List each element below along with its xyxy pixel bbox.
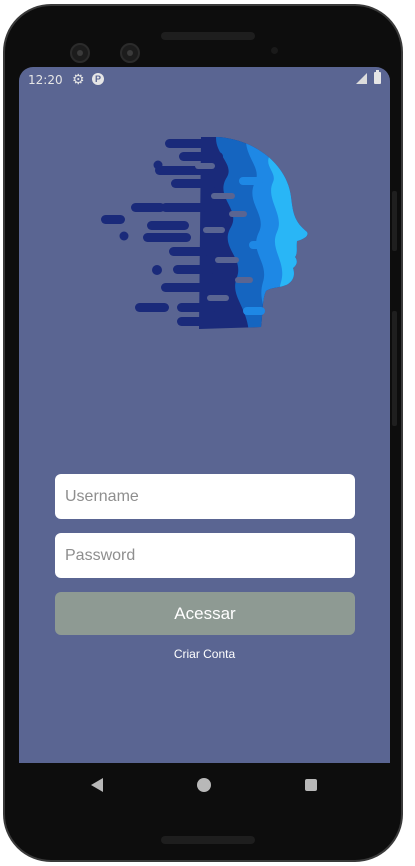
app-screen: 12:20 ⚙ P Username Acessar Criar Conta bbox=[19, 67, 390, 763]
create-account-label: Criar Conta bbox=[173, 647, 236, 661]
battery-icon bbox=[374, 70, 381, 84]
volume-button bbox=[392, 311, 397, 426]
top-speaker bbox=[161, 32, 255, 40]
status-bar: 12:20 ⚙ P bbox=[19, 67, 390, 91]
home-icon[interactable] bbox=[197, 778, 211, 792]
username-input[interactable] bbox=[55, 474, 355, 519]
status-time: 12:20 bbox=[28, 73, 63, 87]
back-icon[interactable] bbox=[91, 778, 103, 792]
bottom-speaker bbox=[161, 836, 255, 844]
front-camera-icon bbox=[70, 43, 90, 63]
access-button-label: Acessar bbox=[174, 603, 236, 623]
signal-icon bbox=[356, 73, 367, 84]
power-button bbox=[392, 191, 397, 251]
p-badge-icon: P bbox=[92, 73, 104, 85]
recents-icon[interactable] bbox=[305, 779, 317, 791]
system-navigation-bar bbox=[19, 763, 390, 809]
create-account-link[interactable]: Criar Conta bbox=[19, 647, 390, 661]
proximity-sensor bbox=[271, 47, 278, 54]
front-camera-icon bbox=[120, 43, 140, 63]
face-profile-logo bbox=[101, 137, 308, 330]
access-button[interactable]: Acessar bbox=[55, 592, 355, 635]
password-input[interactable] bbox=[55, 533, 355, 578]
gear-icon: ⚙ bbox=[72, 71, 85, 87]
